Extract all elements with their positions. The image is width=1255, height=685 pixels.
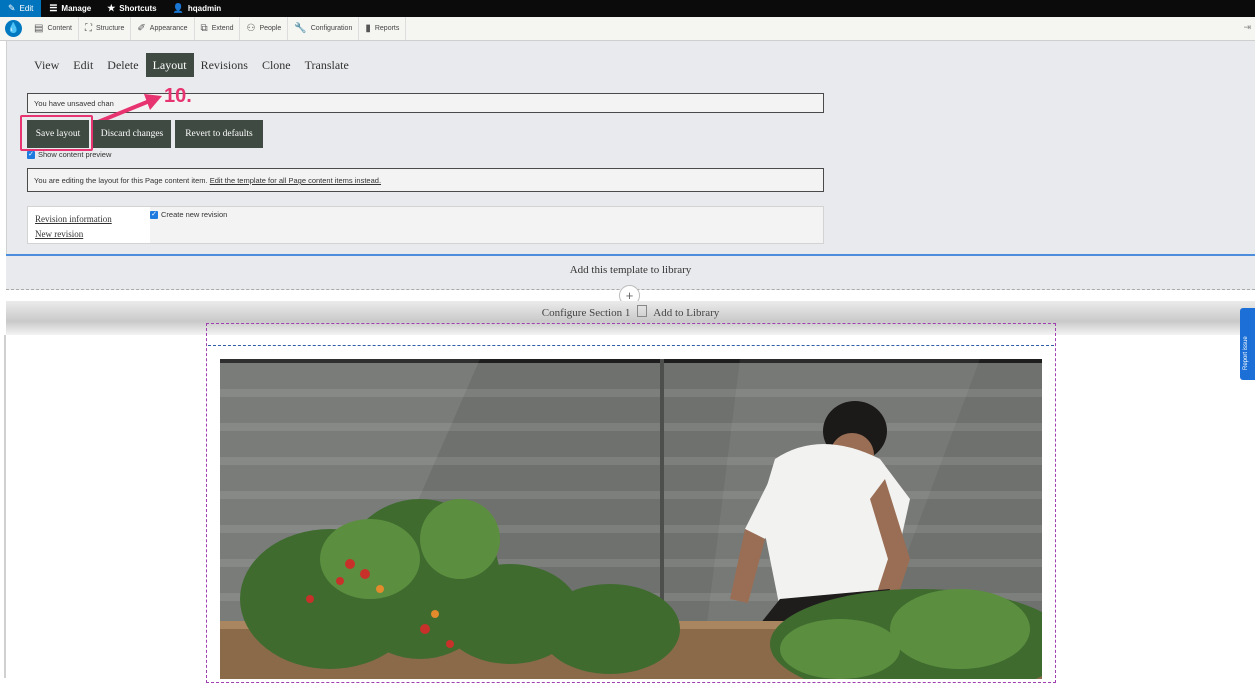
toolbar-edit[interactable]: ✎ Edit	[0, 0, 42, 17]
people-icon: ⚇	[246, 23, 256, 34]
discard-changes-button[interactable]: Discard changes	[93, 120, 171, 148]
show-content-preview-label: Show content preview	[38, 150, 112, 159]
toolbar-user-label: hqadmin	[187, 4, 222, 13]
save-icon	[637, 305, 648, 317]
tray-item-label: People	[259, 25, 282, 32]
user-icon: 👤	[172, 3, 184, 13]
toolbar-shortcuts[interactable]: ★ Shortcuts	[99, 0, 164, 17]
bar-chart-icon: ▮	[365, 23, 371, 34]
tray-orientation-toggle-icon[interactable]: ⇥	[1243, 22, 1251, 33]
create-new-revision-checkbox[interactable]: ✓	[150, 210, 158, 219]
editing-notice: You are editing the layout for this Page…	[27, 168, 824, 192]
tray-item-label: Extend	[211, 25, 234, 32]
page-left-border	[4, 335, 6, 678]
step-callout: 10.	[164, 85, 192, 107]
tray-item-reports[interactable]: ▮ Reports	[359, 17, 407, 40]
wrench-icon: 🔧	[294, 23, 307, 34]
tab-translate[interactable]: Translate	[298, 53, 356, 77]
puzzle-icon: ⧉	[200, 23, 208, 34]
tray-item-label: Reports	[374, 25, 400, 32]
tray-item-structure[interactable]: ⛶ Structure	[79, 17, 132, 40]
configure-section-link[interactable]: Configure Section 1	[542, 307, 631, 319]
revision-tabs: Revision information New revision	[28, 207, 150, 243]
tab-clone[interactable]: Clone	[255, 53, 298, 77]
edit-template-link[interactable]: Edit the template for all Page content i…	[210, 176, 381, 185]
editing-notice-text: You are editing the layout for this Page…	[34, 176, 208, 185]
document-icon: ▤	[34, 23, 44, 34]
structure-icon: ⛶	[84, 23, 92, 34]
tab-delete[interactable]: Delete	[100, 53, 145, 77]
tab-revisions[interactable]: Revisions	[194, 53, 255, 77]
tray-item-content[interactable]: ▤ Content	[28, 17, 79, 40]
add-template-label: Add this template to library	[569, 264, 692, 276]
pencil-icon: ✎	[8, 3, 16, 13]
tray-item-configuration[interactable]: 🔧 Configuration	[288, 17, 360, 40]
tray-item-appearance[interactable]: ✐ Appearance	[131, 17, 195, 40]
menu-icon: ☰	[49, 3, 58, 13]
annotation-highlight	[20, 115, 93, 151]
revision-information-link[interactable]: Revision information	[35, 214, 112, 224]
revision-panel: Revision information New revision ✓ Crea…	[27, 206, 824, 244]
tray-item-label: Appearance	[149, 25, 188, 32]
tab-layout[interactable]: Layout	[145, 53, 194, 77]
tray-item-label: Content	[47, 25, 72, 32]
gardening-photo[interactable]	[220, 359, 1042, 679]
show-content-preview: ✓ Show content preview	[27, 150, 111, 159]
report-issue-tab[interactable]: Report issue	[1240, 308, 1255, 380]
toolbar-user[interactable]: 👤 hqadmin	[165, 0, 230, 17]
revert-to-defaults-button[interactable]: Revert to defaults	[175, 120, 263, 148]
star-icon: ★	[107, 3, 116, 13]
tray-item-people[interactable]: ⚇ People	[240, 17, 289, 40]
tab-view[interactable]: View	[27, 53, 66, 77]
toolbar-edit-label: Edit	[19, 4, 34, 13]
tray-item-label: Configuration	[310, 25, 353, 32]
create-new-revision: ✓ Create new revision	[150, 210, 227, 219]
toolbar-manage[interactable]: ☰ Manage	[41, 0, 99, 17]
tray-item-extend[interactable]: ⧉ Extend	[195, 17, 241, 40]
paintbrush-icon: ✐	[137, 23, 146, 34]
admin-toolbar: ✎ Edit ☰ Manage ★ Shortcuts 👤 hqadmin	[0, 0, 1255, 17]
report-issue-label: Report issue	[1243, 336, 1249, 370]
toolbar-manage-label: Manage	[61, 4, 92, 13]
add-to-library-link[interactable]: Add to Library	[653, 307, 719, 319]
tab-edit[interactable]: Edit	[66, 53, 100, 77]
tray-item-label: Structure	[95, 25, 125, 32]
admin-tray: 💧 ▤ Content ⛶ Structure ✐ Appearance ⧉ Exten…	[0, 17, 1255, 41]
local-tasks-tabs: View Edit Delete Layout Revisions Clone …	[27, 53, 356, 77]
new-revision-link[interactable]: New revision	[35, 229, 83, 239]
show-content-preview-checkbox[interactable]: ✓	[27, 150, 35, 159]
create-new-revision-label: Create new revision	[161, 210, 228, 219]
toolbar-shortcuts-label: Shortcuts	[119, 4, 157, 13]
drupal-logo-icon[interactable]: 💧	[5, 20, 22, 37]
